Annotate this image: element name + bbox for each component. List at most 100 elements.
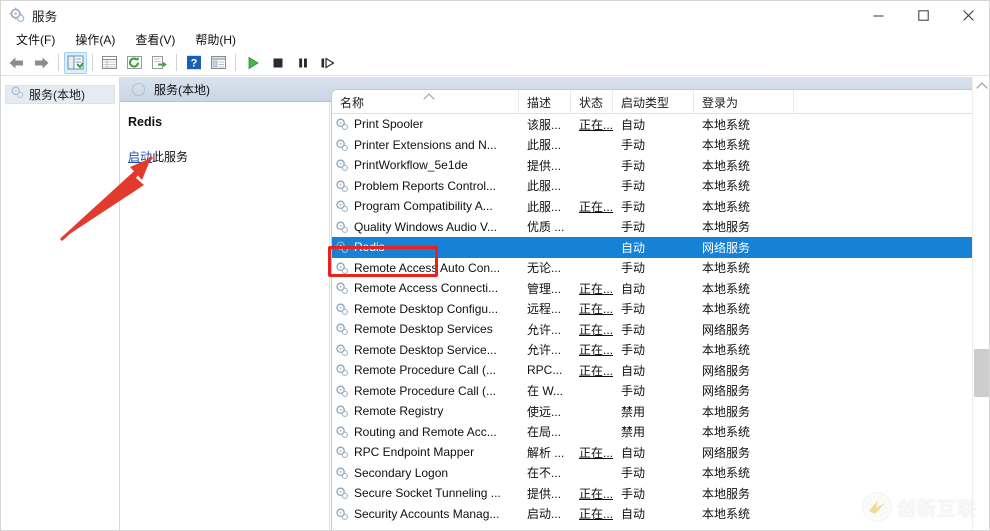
cell-logon: 本地系统 [702,179,751,194]
tree-item-services-local[interactable]: 服务(本地) [5,85,115,104]
cell-status: 正在... [579,302,613,317]
start-service-link[interactable]: 启动 [128,150,152,164]
services-list-pane: 名称 描述 状态 启动类型 登录为 Print Spooler 该服... 正在... 自动本… [331,89,989,530]
cell-logon: 网络服务 [702,363,751,378]
table-row[interactable]: RPC Endpoint Mapper 解析 ... 正在... 自动 网络服务 [332,442,989,463]
column-header-startup[interactable]: 启动类型 [613,90,694,114]
stop-service-button[interactable] [266,52,289,74]
cell-name: Security Accounts Manag... [332,504,519,525]
cell-startup: 手动 [621,302,646,317]
cell-startup: 手动 [621,261,646,276]
cell-name: Print Spooler [332,114,519,135]
cell-status: 正在... [579,363,613,378]
restart-service-button[interactable] [316,52,339,74]
vertical-scrollbar[interactable] [972,77,989,530]
close-button[interactable] [946,1,989,29]
table-row[interactable]: Secondary Logon 在不... 手动 本地系统 [332,463,989,484]
service-gear-icon [335,507,354,521]
tree-item-label: 服务(本地) [29,88,85,102]
table-row[interactable]: PrintWorkflow_5e1de 提供... 手动 本地系统 [332,155,989,176]
cell-name: Remote Desktop Service... [332,340,519,361]
table-row[interactable]: Program Compatibility A... 此服... 正在... 手动 本地… [332,196,989,217]
table-row[interactable]: Problem Reports Control... 此服... 手动 本地系统 [332,176,989,197]
scroll-up-arrow-icon[interactable] [973,77,989,95]
cell-logon: 本地系统 [702,302,751,317]
list-body: Print Spooler 该服... 正在... 自动 本地系统 Printer Ext… [332,114,989,525]
cell-startup: 自动 [621,507,646,522]
cell-name: Remote Access Connecti... [332,278,519,299]
menu-file[interactable]: 文件(F) [6,29,65,50]
table-row[interactable]: Remote Desktop Service... 允许... 正在... 手动 本地系… [332,340,989,361]
cell-desc: 允许... [527,343,562,358]
cell-startup: 禁用 [621,425,646,440]
service-gear-icon [335,384,354,398]
cell-logon: 本地服务 [702,220,751,235]
menu-action[interactable]: 操作(A) [65,29,125,50]
table-row[interactable]: Remote Access Connecti... 管理... 正在... 自动 本地系… [332,278,989,299]
cell-name: Routing and Remote Acc... [332,422,519,443]
table-row[interactable]: Print Spooler 该服... 正在... 自动 本地系统 [332,114,989,135]
scrollbar-thumb[interactable] [974,349,989,397]
cell-status [571,422,613,443]
column-header-logon[interactable]: 登录为 [694,90,794,114]
cell-startup: 自动 [621,363,646,378]
pause-service-button[interactable] [291,52,314,74]
table-row[interactable]: Remote Procedure Call (... RPC... 正在... 自动 网… [332,360,989,381]
right-pane: 服务(本地) Redis 启动此服务 名称 描述 状态 启动类型 登录为 Print S… [120,77,989,530]
cell-logon: 本地系统 [702,425,751,440]
cell-startup: 手动 [621,179,646,194]
maximize-button[interactable] [901,1,946,29]
cell-name: Secondary Logon [332,463,519,484]
service-name-text: PrintWorkflow_5e1de [354,158,468,173]
column-header-status[interactable]: 状态 [571,90,613,114]
forward-button[interactable] [30,52,53,74]
cell-desc: 无论... [527,261,562,276]
export-list-button[interactable] [148,52,171,74]
menu-view[interactable]: 查看(V) [125,29,185,50]
back-button[interactable] [5,52,28,74]
cell-status [571,463,613,484]
cell-logon: 本地系统 [702,281,751,296]
table-row[interactable]: Redis 自动 网络服务 [332,237,989,258]
table-row[interactable]: Security Accounts Manag... 启动... 正在... 自动 本地… [332,504,989,525]
cell-logon: 本地系统 [702,138,751,153]
cell-status: 正在... [579,486,613,501]
menu-help[interactable]: 帮助(H) [185,29,246,50]
service-name-text: Program Compatibility A... [354,199,493,214]
cell-name: Secure Socket Tunneling ... [332,483,519,504]
show-hide-tree-button[interactable] [64,51,87,74]
cell-desc: 解析 ... [527,445,565,460]
cell-startup: 自动 [621,281,646,296]
cell-status [571,176,613,197]
table-row[interactable]: Routing and Remote Acc... 在局... 禁用 本地系统 [332,422,989,443]
minimize-button[interactable] [856,1,901,29]
services-window: 服务 文件(F) 操作(A) 查看(V) 帮助(H) ? 服务(本地) 服务(本… [0,0,990,531]
show-action-pane-button[interactable] [207,52,230,74]
cell-status: 正在... [579,445,613,460]
cell-logon: 本地服务 [702,404,751,419]
table-row[interactable]: Remote Desktop Services 允许... 正在... 手动 网络服务 [332,319,989,340]
cell-desc: 提供... [527,486,562,501]
table-row[interactable]: Remote Desktop Configu... 远程... 正在... 手动 本地系… [332,299,989,320]
column-header-desc[interactable]: 描述 [519,90,571,114]
table-row[interactable]: Printer Extensions and N... 此服... 手动 本地系统 [332,135,989,156]
service-name-text: Secure Socket Tunneling ... [354,486,501,501]
table-row[interactable]: Remote Registry 使远... 禁用 本地服务 [332,401,989,422]
refresh-button[interactable] [123,52,146,74]
table-row[interactable]: Secure Socket Tunneling ... 提供... 正在... 手动 本… [332,483,989,504]
properties-button[interactable] [98,52,121,74]
cell-status [571,217,613,238]
svg-text:?: ? [190,58,197,70]
table-row[interactable]: Quality Windows Audio V... 优质 ... 手动 本地服务 [332,217,989,238]
start-service-button[interactable] [241,52,264,74]
help-button[interactable]: ? [182,52,205,74]
service-name-text: Security Accounts Manag... [354,506,500,521]
service-name-text: Remote Access Auto Con... [354,260,501,275]
table-row[interactable]: Remote Procedure Call (... 在 W... 手动 网络服务 [332,381,989,402]
start-service-suffix: 此服务 [152,150,189,164]
service-gear-icon [335,322,354,336]
column-header-name[interactable]: 名称 [332,90,519,114]
cell-name: Remote Registry [332,401,519,422]
cell-startup: 自动 [621,240,646,255]
table-row[interactable]: Remote Access Auto Con... 无论... 手动 本地系统 [332,258,989,279]
